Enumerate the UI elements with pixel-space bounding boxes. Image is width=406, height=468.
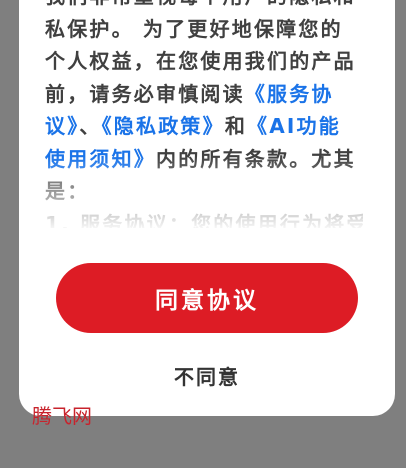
agreement-text-segment: 、 bbox=[79, 114, 102, 138]
agreement-text[interactable]: 我们非常重视每个用户的隐私和私保护。 为了更好地保障您的个人权益，在您使用我们的… bbox=[45, 0, 363, 228]
policy-link[interactable]: 《服务协 bbox=[245, 82, 334, 106]
policy-link[interactable]: 议》 bbox=[45, 114, 79, 138]
agreement-text-segment: 个人权益，在您使用我们的产品 bbox=[45, 49, 356, 73]
agreement-line: 前，请务必审慎阅读《服务协 bbox=[45, 78, 363, 111]
agreement-line: 个人权益，在您使用我们的产品 bbox=[45, 45, 363, 78]
agree-button[interactable]: 同意协议 bbox=[56, 263, 358, 333]
agreement-text-segment: 是： bbox=[45, 179, 90, 203]
agreement-line: 私保护。 为了更好地保障您的 bbox=[45, 13, 363, 46]
agreement-line: 是： bbox=[45, 175, 363, 208]
policy-link[interactable]: 使用须知》 bbox=[45, 147, 156, 171]
privacy-dialog: 我们非常重视每个用户的隐私和私保护。 为了更好地保障您的个人权益，在您使用我们的… bbox=[19, 0, 395, 416]
agreement-text-segment: 前，请务必审慎阅读 bbox=[45, 81, 245, 106]
agreement-line: 1. 服务协议：您的使用行为将受 bbox=[45, 208, 363, 229]
agreement-text-segment: 1. 服务协议： bbox=[45, 211, 192, 229]
agreement-text-segment: 和 bbox=[224, 114, 248, 138]
agreement-text-segment: 私保护。 为了更好地保障您的 bbox=[45, 16, 343, 41]
agreement-text-segment: 您的使用行为将受 bbox=[191, 211, 363, 229]
agreement-line: 我们非常重视每个用户的隐私和 bbox=[45, 0, 363, 13]
policy-link[interactable]: 《隐私政策》 bbox=[102, 114, 225, 138]
disagree-button[interactable]: 不同意 bbox=[137, 357, 277, 393]
watermark: 腾飞网 bbox=[32, 404, 92, 428]
agreement-text-lines: 我们非常重视每个用户的隐私和私保护。 为了更好地保障您的个人权益，在您使用我们的… bbox=[45, 0, 363, 228]
agreement-text-segment: 内的所有条款。尤其 bbox=[156, 146, 356, 171]
agreement-line: 议》、《隐私政策》和《AI功能 bbox=[45, 110, 363, 143]
agreement-text-segment: 我们非常重视每个用户的隐私和 bbox=[45, 0, 356, 8]
agreement-line: 使用须知》内的所有条款。尤其 bbox=[45, 143, 363, 176]
policy-link[interactable]: 《AI功能 bbox=[247, 114, 341, 138]
